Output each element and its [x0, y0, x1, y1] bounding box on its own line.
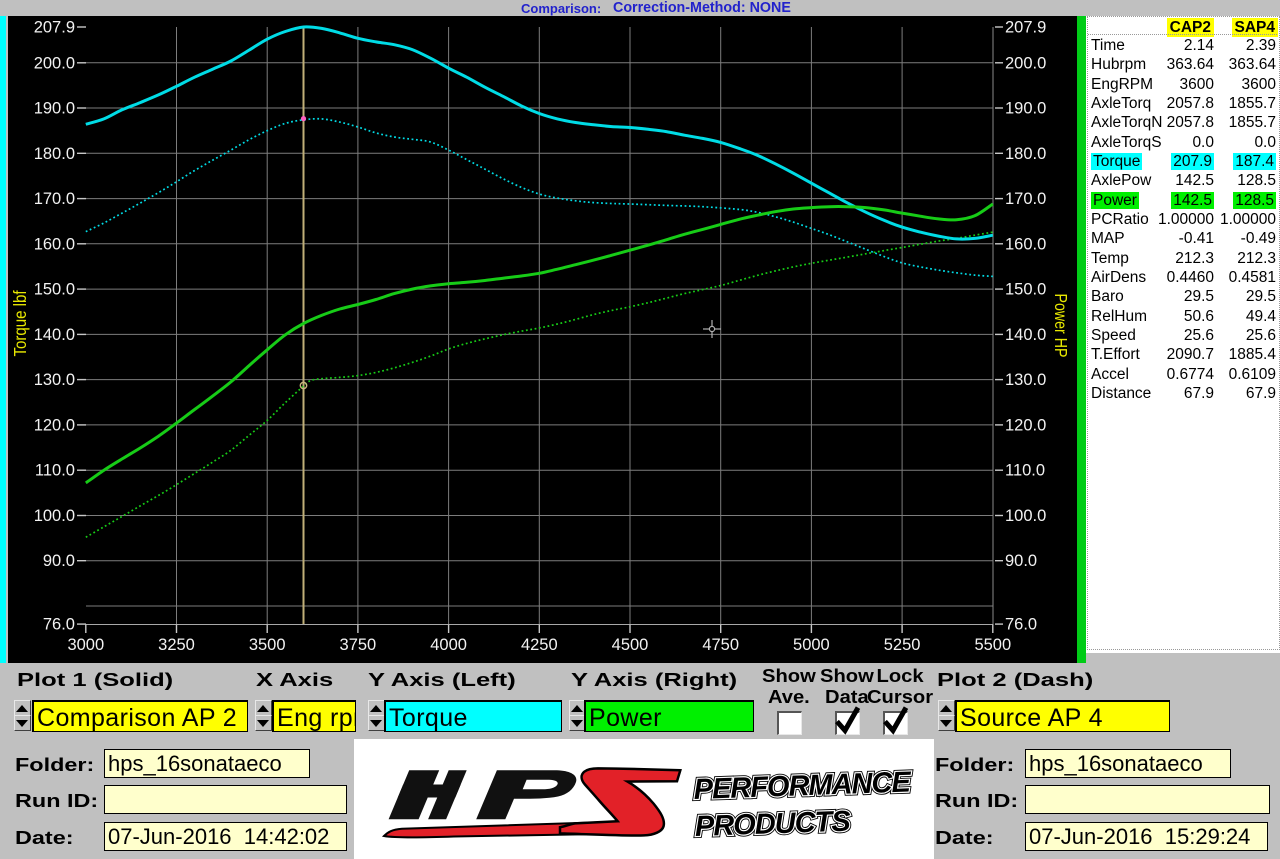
svg-text:130.0: 130.0: [34, 371, 75, 389]
svg-text:140.0: 140.0: [34, 326, 75, 344]
svg-text:120.0: 120.0: [1005, 416, 1046, 434]
svg-text:5500: 5500: [974, 636, 1011, 654]
svg-text:3000: 3000: [67, 636, 104, 654]
svg-text:170.0: 170.0: [34, 190, 75, 208]
svg-text:190.0: 190.0: [1005, 100, 1046, 118]
svg-text:190.0: 190.0: [34, 100, 75, 118]
svg-text:200.0: 200.0: [34, 54, 75, 72]
svg-text:207.9: 207.9: [1005, 19, 1046, 37]
svg-text:140.0: 140.0: [1005, 326, 1046, 344]
svg-text:5000: 5000: [793, 636, 830, 654]
svg-text:PERFORMANCE: PERFORMANCE: [693, 766, 913, 806]
svg-text:4250: 4250: [521, 636, 558, 654]
svg-text:3750: 3750: [340, 636, 377, 654]
svg-text:76.0: 76.0: [43, 616, 75, 634]
svg-text:130.0: 130.0: [1005, 371, 1046, 389]
svg-text:170.0: 170.0: [1005, 190, 1046, 208]
svg-text:90.0: 90.0: [1005, 552, 1037, 570]
svg-text:100.0: 100.0: [34, 507, 75, 525]
svg-text:4750: 4750: [702, 636, 739, 654]
svg-text:4500: 4500: [612, 636, 649, 654]
svg-text:160.0: 160.0: [34, 235, 75, 253]
svg-text:120.0: 120.0: [34, 416, 75, 434]
svg-text:4000: 4000: [430, 636, 467, 654]
svg-text:110.0: 110.0: [1005, 462, 1045, 480]
svg-text:Torque lbf: Torque lbf: [10, 290, 30, 356]
svg-text:150.0: 150.0: [34, 281, 75, 299]
svg-text:180.0: 180.0: [1005, 145, 1046, 163]
svg-text:Power HP: Power HP: [1051, 294, 1071, 358]
svg-text:90.0: 90.0: [43, 552, 75, 570]
svg-text:3500: 3500: [249, 636, 286, 654]
svg-text:5250: 5250: [884, 636, 921, 654]
svg-text:150.0: 150.0: [1005, 281, 1046, 299]
svg-text:3250: 3250: [158, 636, 195, 654]
svg-text:160.0: 160.0: [1005, 235, 1046, 253]
svg-text:100.0: 100.0: [1005, 507, 1046, 525]
svg-text:76.0: 76.0: [1005, 616, 1037, 634]
svg-text:200.0: 200.0: [1005, 54, 1046, 72]
svg-text:207.9: 207.9: [34, 19, 75, 37]
svg-text:110.0: 110.0: [35, 462, 75, 480]
svg-text:PRODUCTS: PRODUCTS: [694, 806, 851, 843]
svg-text:180.0: 180.0: [34, 145, 75, 163]
